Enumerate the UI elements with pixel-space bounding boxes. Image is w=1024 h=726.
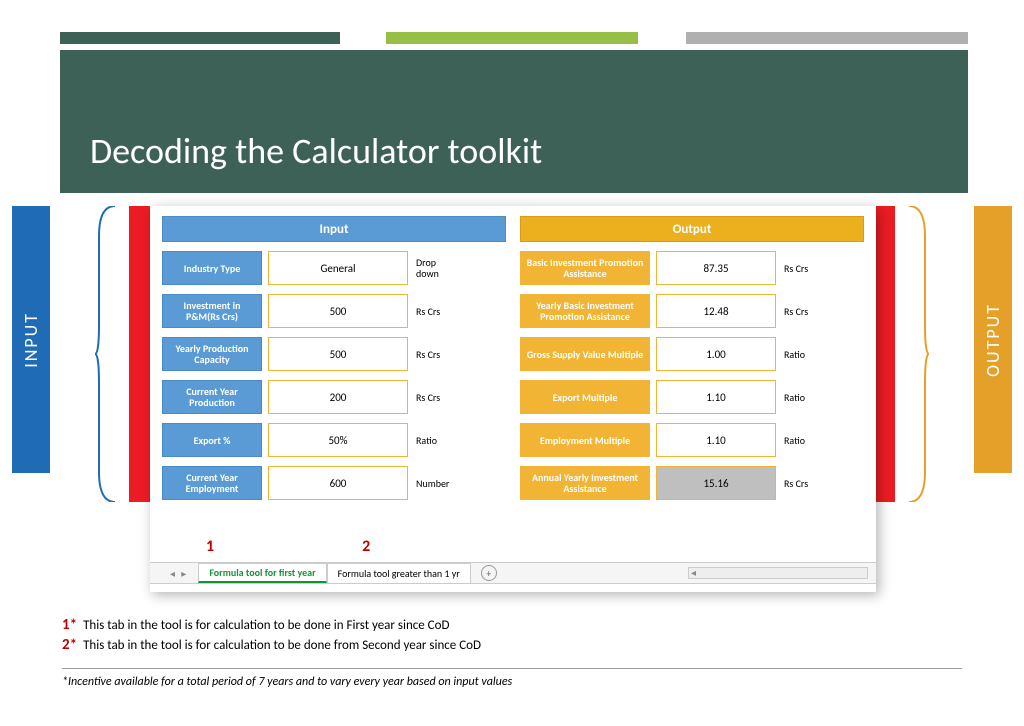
legend-key-1: 1* [62, 616, 77, 634]
field-row: Export Multiple1.10Ratio [520, 380, 864, 414]
field-value[interactable]: 500 [268, 337, 408, 371]
field-label: Industry Type [162, 251, 262, 285]
field-unit: Rs Crs [408, 349, 456, 360]
field-label: Annual Yearly Investment Assistance [520, 466, 650, 500]
field-row: Current Year Employment600Number [162, 466, 506, 500]
field-row: Yearly Basic Investment Promotion Assist… [520, 294, 864, 328]
field-row: Basic Investment Promotion Assistance87.… [520, 251, 864, 285]
tab-gt-1yr[interactable]: Formula tool greater than 1 yr [327, 563, 471, 583]
field-unit: Rs Crs [776, 306, 824, 317]
output-tag-label: OUTPUT [982, 303, 1004, 377]
field-label: Current Year Employment [162, 466, 262, 500]
excel-screenshot: Input Industry TypeGeneralDrop down Inves… [150, 206, 876, 592]
field-row: Current Year Production200Rs Crs [162, 380, 506, 414]
tab-first-year-label: Formula tool for first year [209, 566, 315, 579]
field-row: Gross Supply Value Multiple1.00Ratio [520, 337, 864, 371]
field-row: Export %50%Ratio [162, 423, 506, 457]
sheet-tab-bar: ◂ ▸ Formula tool for first year Formula … [150, 562, 876, 584]
field-value[interactable]: 500 [268, 294, 408, 328]
bracket-right-icon [905, 206, 929, 502]
title-bar: Decoding the Calculator toolkit [60, 50, 968, 193]
input-header: Input [162, 216, 506, 242]
legend-key-2: 2* [62, 636, 77, 654]
field-unit: Ratio [776, 349, 824, 360]
field-unit: Rs Crs [776, 263, 824, 274]
field-label: Basic Investment Promotion Assistance [520, 251, 650, 285]
field-value[interactable]: 15.16 [656, 466, 776, 500]
input-tag: INPUT [12, 206, 50, 473]
field-value[interactable]: 600 [268, 466, 408, 500]
field-label: Yearly Basic Investment Promotion Assist… [520, 294, 650, 328]
field-row: Industry TypeGeneralDrop down [162, 251, 506, 285]
field-label: Export Multiple [520, 380, 650, 414]
add-sheet-icon[interactable]: + [481, 565, 497, 581]
callout-1: 1 [206, 537, 214, 556]
tab-number-callouts: 1 2 [206, 537, 370, 556]
tab-gt-1yr-label: Formula tool greater than 1 yr [338, 567, 460, 580]
field-value[interactable]: 87.35 [656, 251, 776, 285]
legend-text-1: This tab in the tool is for calculation … [83, 618, 449, 633]
field-label: Yearly Production Capacity [162, 337, 262, 371]
field-value[interactable]: 1.10 [656, 423, 776, 457]
bracket-left-icon [95, 206, 119, 502]
input-tag-label: INPUT [20, 312, 42, 368]
field-value[interactable]: 50% [268, 423, 408, 457]
header-stripe-lime [386, 32, 638, 44]
field-value[interactable]: 1.10 [656, 380, 776, 414]
horizontal-scrollbar[interactable] [688, 567, 868, 579]
field-unit: Ratio [776, 392, 824, 403]
field-unit: Rs Crs [408, 392, 456, 403]
disclaimer: *Incentive available for a total period … [62, 668, 962, 689]
field-unit: Rs Crs [776, 478, 824, 489]
header-stripe-green [60, 32, 340, 44]
tab-first-year[interactable]: Formula tool for first year [198, 563, 326, 583]
field-label: Investment in P&M(Rs Crs) [162, 294, 262, 328]
output-column: Output Basic Investment Promotion Assist… [520, 216, 864, 500]
callout-2: 2 [362, 537, 370, 556]
field-row: Yearly Production Capacity500Rs Crs [162, 337, 506, 371]
field-unit: Drop down [408, 257, 456, 279]
output-header: Output [520, 216, 864, 242]
field-unit: Ratio [408, 435, 456, 446]
field-label: Gross Supply Value Multiple [520, 337, 650, 371]
field-unit: Rs Crs [408, 306, 456, 317]
field-value[interactable]: 200 [268, 380, 408, 414]
field-unit: Number [408, 478, 456, 489]
output-tag: OUTPUT [974, 206, 1012, 473]
field-value[interactable]: 12.48 [656, 294, 776, 328]
field-value[interactable]: General [268, 251, 408, 285]
field-row: Investment in P&M(Rs Crs)500Rs Crs [162, 294, 506, 328]
field-row: Annual Yearly Investment Assistance15.16… [520, 466, 864, 500]
field-label: Current Year Production [162, 380, 262, 414]
field-value[interactable]: 1.00 [656, 337, 776, 371]
legend: 1* This tab in the tool is for calculatio… [62, 616, 962, 656]
page-title: Decoding the Calculator toolkit [90, 129, 542, 173]
legend-text-2: This tab in the tool is for calculation … [83, 638, 481, 653]
field-label: Export % [162, 423, 262, 457]
input-column: Input Industry TypeGeneralDrop down Inves… [162, 216, 506, 500]
header-stripe-grey [686, 32, 968, 44]
field-unit: Ratio [776, 435, 824, 446]
field-row: Employment Multiple1.10Ratio [520, 423, 864, 457]
sheet-nav-icons[interactable]: ◂ ▸ [170, 567, 188, 580]
field-label: Employment Multiple [520, 423, 650, 457]
